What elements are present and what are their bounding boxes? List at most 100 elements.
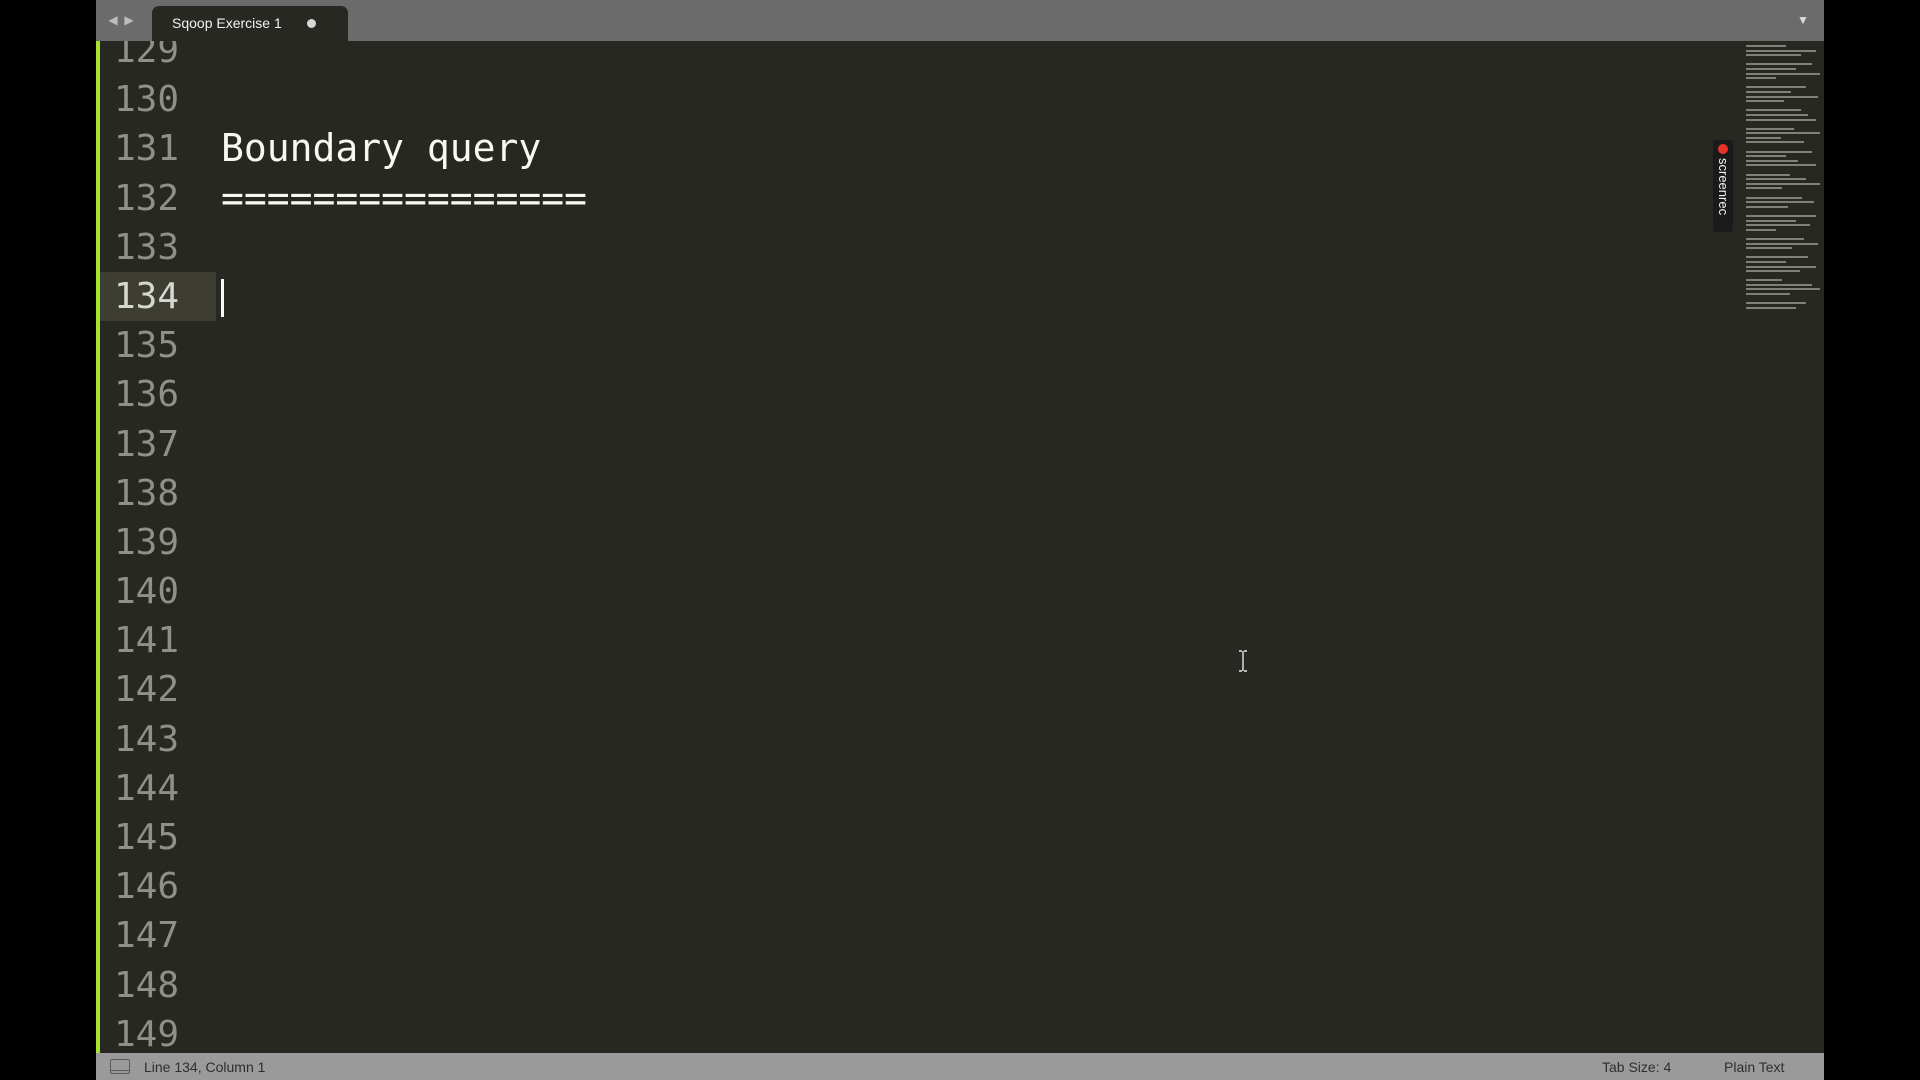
- minimap-line: [1746, 302, 1806, 305]
- code-line[interactable]: [221, 223, 1621, 272]
- minimap-line: [1746, 127, 1794, 130]
- code-line[interactable]: [221, 370, 1621, 419]
- minimap-line: [1746, 205, 1788, 208]
- line-number: 147: [114, 915, 180, 957]
- minimap-line: [1746, 95, 1818, 98]
- minimap-line: [1746, 265, 1816, 268]
- line-number: 144: [114, 767, 180, 809]
- line-number-gutter: 129 130 131 132 133 134 135 136 137 138 139 140 141 1…: [100, 41, 216, 1053]
- minimap-line: [1746, 63, 1812, 66]
- minimap-line: [1746, 86, 1806, 89]
- line-number: 139: [114, 521, 180, 563]
- syntax-selector[interactable]: Plain Text: [1724, 1059, 1784, 1075]
- text-cursor-icon: [1239, 650, 1247, 672]
- minimap-line: [1746, 132, 1820, 135]
- record-icon: [1718, 144, 1728, 154]
- code-line[interactable]: [221, 321, 1621, 370]
- cursor-position: Line 134, Column 1: [144, 1059, 266, 1075]
- minimap-line: [1746, 136, 1781, 139]
- minimap-line: [1746, 187, 1782, 190]
- code-line[interactable]: [221, 862, 1621, 911]
- tab-sqoop-exercise-1[interactable]: Sqoop Exercise 1: [152, 6, 348, 41]
- minimap-line: [1746, 109, 1801, 112]
- minimap-line: [1746, 178, 1806, 181]
- tab-overflow-icon[interactable]: ▼: [1796, 14, 1810, 26]
- line-number: 135: [114, 325, 180, 367]
- line-number: 132: [114, 177, 180, 219]
- minimap-line: [1746, 49, 1816, 52]
- code-line[interactable]: [221, 469, 1621, 518]
- nav-forward-icon[interactable]: ▶: [122, 12, 136, 28]
- minimap-line: [1746, 72, 1820, 75]
- minimap-line: [1746, 173, 1790, 176]
- editor-window: ◀ ▶ Sqoop Exercise 1 ▼ 129 130 131 132 133 13…: [96, 0, 1824, 1080]
- minimap-line: [1746, 59, 1756, 61]
- code-line[interactable]: [221, 764, 1621, 813]
- minimap[interactable]: [1726, 41, 1824, 1053]
- panel-toggle-icon[interactable]: [110, 1059, 130, 1074]
- line-number: 142: [114, 669, 180, 711]
- minimap-line: [1746, 270, 1800, 273]
- nav-back-icon[interactable]: ◀: [106, 12, 120, 28]
- minimap-line: [1746, 105, 1756, 107]
- code-line[interactable]: [221, 41, 1621, 75]
- minimap-line: [1746, 256, 1808, 259]
- minimap-line: [1746, 150, 1812, 153]
- minimap-line: [1746, 141, 1804, 144]
- line-number: 137: [114, 423, 180, 465]
- code-line[interactable]: [221, 715, 1621, 764]
- screenrec-label: screenrec: [1716, 158, 1731, 216]
- minimap-line: [1746, 228, 1776, 231]
- line-number: 136: [114, 374, 180, 416]
- line-number: 148: [114, 964, 180, 1006]
- minimap-line: [1746, 169, 1756, 171]
- code-line[interactable]: [221, 518, 1621, 567]
- line-number: 133: [114, 226, 180, 268]
- minimap-line: [1746, 275, 1756, 277]
- code-line[interactable]: [221, 420, 1621, 469]
- minimap-line: [1746, 164, 1816, 167]
- code-line[interactable]: Boundary query: [221, 124, 1621, 173]
- text-caret: [221, 278, 224, 317]
- code-line[interactable]: [221, 75, 1621, 124]
- line-number: 145: [114, 817, 180, 858]
- text-editor[interactable]: 129 130 131 132 133 134 135 136 137 138 139 140 141 1…: [96, 41, 1726, 1053]
- minimap-line: [1746, 77, 1776, 80]
- minimap-line: [1746, 155, 1786, 158]
- code-line[interactable]: [221, 961, 1621, 1010]
- minimap-line: [1746, 279, 1782, 282]
- minimap-line: [1746, 224, 1810, 227]
- code-line[interactable]: [221, 1010, 1621, 1053]
- minimap-line: [1746, 247, 1792, 250]
- code-area[interactable]: Boundary query ================: [221, 41, 1621, 1053]
- code-line[interactable]: [221, 567, 1621, 616]
- status-bar: Line 134, Column 1 Tab Size: 4 Plain Tex…: [96, 1053, 1824, 1080]
- minimap-line: [1746, 210, 1756, 212]
- tab-size-selector[interactable]: Tab Size: 4: [1602, 1059, 1671, 1075]
- code-line[interactable]: [221, 616, 1621, 665]
- line-number: 138: [114, 472, 180, 514]
- minimap-line: [1746, 201, 1814, 204]
- line-number: 130: [114, 79, 180, 121]
- minimap-line: [1746, 45, 1786, 47]
- line-number: 134: [100, 271, 216, 322]
- unsaved-dot-icon[interactable]: [307, 19, 316, 28]
- minimap-line: [1746, 182, 1820, 185]
- code-line[interactable]: [221, 813, 1621, 862]
- code-line[interactable]: [221, 911, 1621, 960]
- screenrec-badge[interactable]: screenrec: [1713, 140, 1733, 232]
- line-number: 149: [114, 1013, 180, 1053]
- minimap-line: [1746, 260, 1786, 263]
- line-number: 131: [114, 128, 180, 170]
- minimap-line: [1746, 54, 1801, 57]
- minimap-line: [1746, 118, 1816, 121]
- minimap-line: [1746, 237, 1804, 240]
- tab-bar: ◀ ▶ Sqoop Exercise 1 ▼: [96, 0, 1824, 41]
- line-number: 129: [114, 41, 180, 71]
- code-line[interactable]: [221, 665, 1621, 714]
- minimap-line: [1746, 192, 1756, 194]
- minimap-line: [1746, 90, 1791, 93]
- minimap-line: [1746, 196, 1802, 199]
- code-line[interactable]: [221, 272, 1621, 321]
- code-line[interactable]: ================: [221, 174, 1621, 223]
